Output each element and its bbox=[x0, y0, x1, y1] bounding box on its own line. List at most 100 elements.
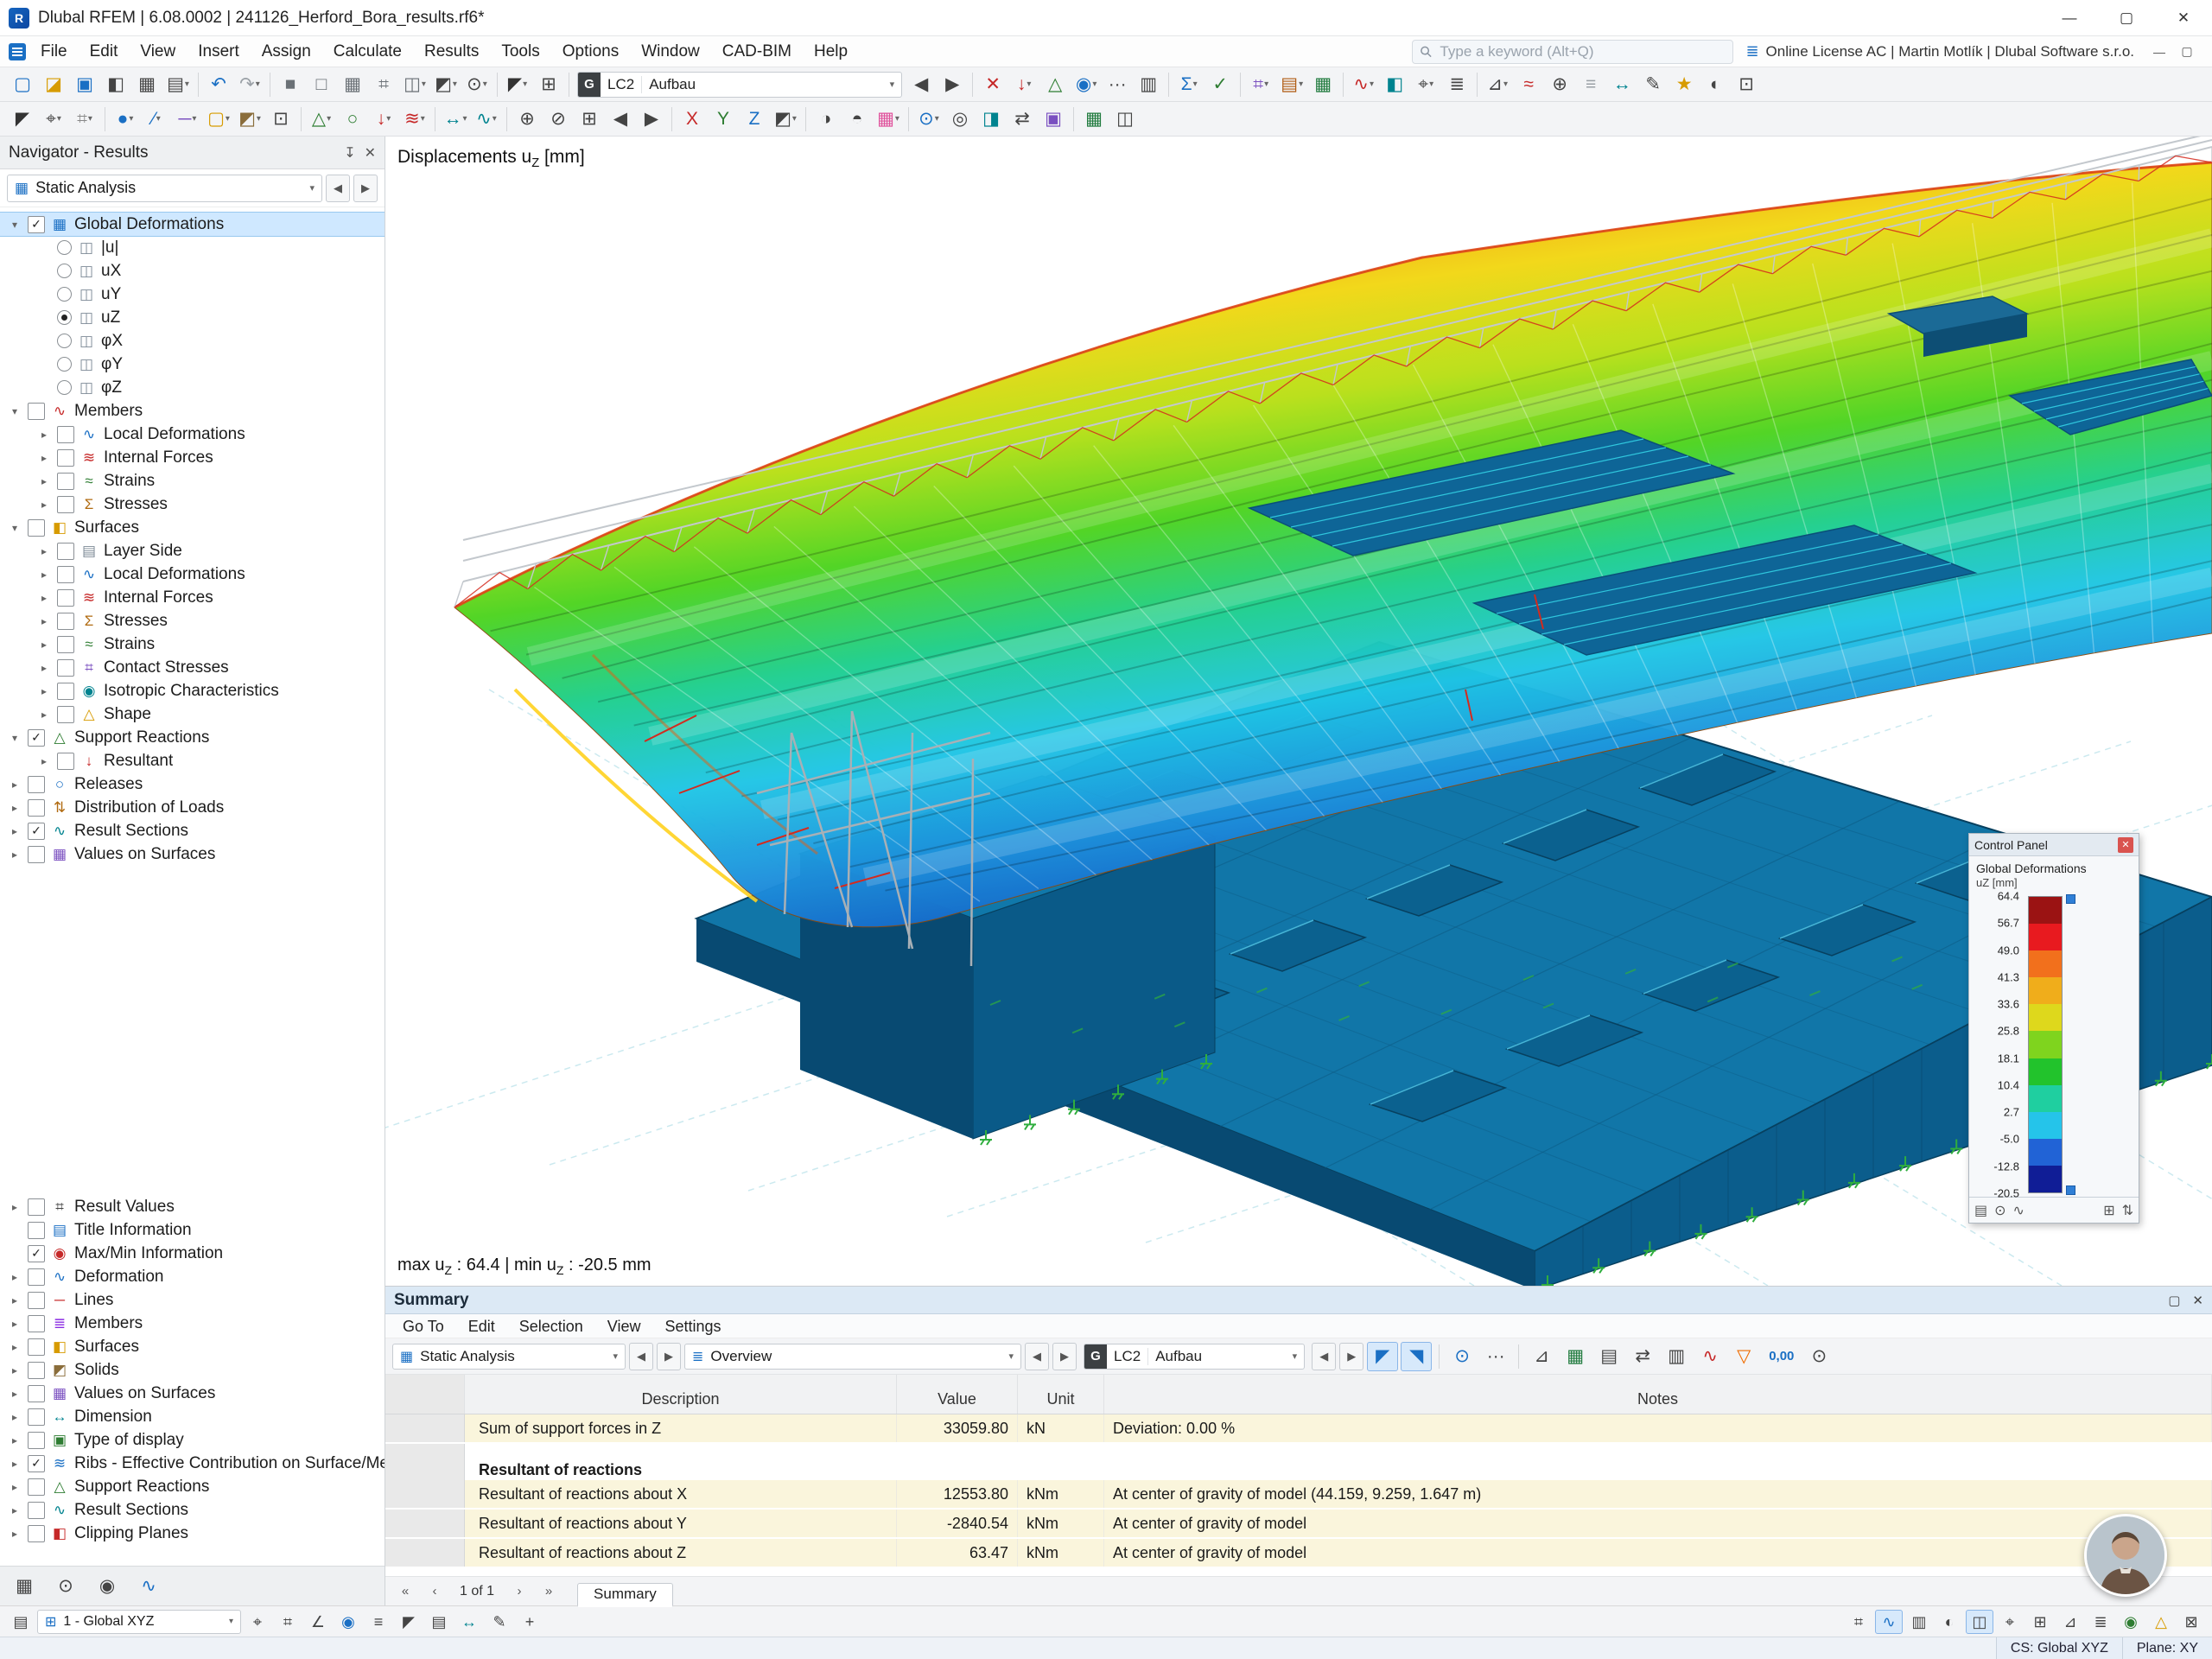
result-sections-button[interactable]: ∿ ▾ bbox=[471, 105, 502, 134]
expand-arrow-icon[interactable]: ▸ bbox=[36, 662, 52, 674]
panel-tab-colors-icon[interactable]: ▤ bbox=[1974, 1202, 1987, 1219]
scale-flip-icon[interactable]: ⇅ bbox=[2122, 1202, 2133, 1219]
results-tree-item[interactable]: ◫ |u| bbox=[0, 236, 385, 259]
results-tree-item[interactable]: ▸ ✓ ∿ Result Sections bbox=[0, 819, 385, 842]
view-x-button[interactable]: X bbox=[677, 105, 708, 134]
results-tree-item[interactable]: ▾ ∿ Members bbox=[0, 399, 385, 423]
next-analysis-button[interactable]: ▶ bbox=[353, 174, 378, 202]
expand-arrow-icon[interactable]: ▸ bbox=[7, 1528, 22, 1540]
summary-close-icon[interactable]: ✕ bbox=[2192, 1293, 2203, 1308]
display-tree-item[interactable]: ▸ △ Support Reactions bbox=[0, 1475, 385, 1498]
expand-arrow-icon[interactable]: ▸ bbox=[7, 1318, 22, 1330]
checkbox[interactable] bbox=[28, 845, 45, 863]
cell-description[interactable]: Resultant of reactions about X bbox=[465, 1480, 897, 1508]
results-tree-item[interactable]: ▸ ◉ Isotropic Characteristics bbox=[0, 679, 385, 702]
zoom-all-button[interactable]: ⊞ bbox=[574, 105, 605, 134]
summary-prev-view[interactable]: ◀ bbox=[1025, 1342, 1049, 1370]
table-row[interactable]: Resultant of reactions about X 12553.80 kN… bbox=[385, 1480, 2212, 1510]
checkbox[interactable] bbox=[28, 1314, 45, 1332]
status-results-button[interactable]: ∿ bbox=[1875, 1609, 1903, 1634]
license-info[interactable]: ≣ Online License AC | Martin Motlík | Dl… bbox=[1733, 42, 2146, 60]
scale-color-cell[interactable] bbox=[2029, 1031, 2062, 1058]
measure-tool-button[interactable]: ↔ bbox=[455, 1610, 483, 1634]
zoom-in-button[interactable]: ⊕ bbox=[512, 105, 543, 134]
results-tree-item[interactable]: ▸ Σ Stresses bbox=[0, 609, 385, 632]
status-mesh-button[interactable]: ⌗ bbox=[1845, 1610, 1872, 1634]
check-data-button[interactable]: ✓ bbox=[1205, 70, 1236, 99]
display-tree-item[interactable]: ▸ ▦ Values on Surfaces bbox=[0, 1382, 385, 1405]
new-opening-button[interactable]: ⊡ bbox=[265, 105, 296, 134]
guidelines-toggle-button[interactable]: ≡ bbox=[365, 1610, 392, 1634]
cell-unit[interactable]: kNm bbox=[1018, 1480, 1104, 1508]
view-y-button[interactable]: Y bbox=[708, 105, 739, 134]
results-tree-item[interactable]: ▸ ▤ Layer Side bbox=[0, 539, 385, 563]
display-tree-item[interactable]: ✓ ◉ Max/Min Information bbox=[0, 1242, 385, 1265]
work-plane-button[interactable]: ⌗ ▾ bbox=[69, 105, 100, 134]
display-tree-item[interactable]: ▸ ∿ Deformation bbox=[0, 1265, 385, 1288]
show-result-values-button[interactable]: ◉ ▾ bbox=[1071, 70, 1102, 99]
prev-page-button[interactable]: ‹ bbox=[422, 1580, 448, 1603]
checkbox[interactable] bbox=[57, 612, 74, 630]
expand-arrow-icon[interactable]: ▸ bbox=[7, 1341, 22, 1353]
view-solid-button[interactable]: ■ bbox=[275, 70, 306, 99]
sum-transpose-button[interactable]: ⇄ bbox=[1627, 1342, 1658, 1371]
checkbox[interactable] bbox=[28, 1338, 45, 1356]
radio-button[interactable] bbox=[57, 310, 72, 325]
control-panel[interactable]: Control Panel ✕ Global Deformations uZ [… bbox=[1968, 833, 2139, 1224]
prev-load-case-button[interactable]: ◀ bbox=[906, 70, 937, 99]
status-ok-button[interactable]: ◉ bbox=[2117, 1610, 2145, 1634]
box-zoom-button[interactable]: ⊞ bbox=[533, 70, 564, 99]
scale-color-cell[interactable] bbox=[2029, 950, 2062, 978]
new-load-button[interactable]: ↓ ▾ bbox=[368, 105, 399, 134]
summary-next-view[interactable]: ▶ bbox=[1052, 1342, 1077, 1370]
view-solid-mesh-button[interactable]: ▦ bbox=[337, 70, 368, 99]
new-node-button[interactable]: ● ▾ bbox=[110, 105, 141, 134]
results-tree-item[interactable]: ▸ Σ Stresses bbox=[0, 493, 385, 516]
scale-handle-bottom[interactable] bbox=[2066, 1185, 2075, 1195]
expand-arrow-icon[interactable]: ▸ bbox=[7, 825, 22, 837]
color-scale[interactable]: 64.4 56.7 49.0 41.3 33.6 25.8 18.1 10.4 2.7 -5.0 -… bbox=[1976, 890, 2132, 1200]
checkbox[interactable] bbox=[57, 542, 74, 560]
save-model-button[interactable]: ▣ bbox=[69, 70, 100, 99]
load-cases-button[interactable]: ≋ ▾ bbox=[399, 105, 430, 134]
child-minimize-icon[interactable]: — bbox=[2146, 41, 2172, 63]
previous-view-button[interactable]: ◀ bbox=[605, 105, 636, 134]
menu-cadbim[interactable]: CAD-BIM bbox=[711, 36, 803, 67]
cell-value[interactable]: 33059.80 bbox=[897, 1414, 1018, 1442]
undo-button[interactable]: ↶ bbox=[203, 70, 234, 99]
expand-arrow-icon[interactable]: ▸ bbox=[7, 1411, 22, 1423]
expand-arrow-icon[interactable]: ▸ bbox=[36, 475, 52, 487]
panel-toggle-button[interactable]: ▥ bbox=[1133, 70, 1164, 99]
results-tree-item[interactable]: ▸ ↓ Resultant bbox=[0, 749, 385, 772]
scale-color-cell[interactable] bbox=[2029, 924, 2062, 951]
tab-views-button[interactable]: ◉ bbox=[88, 1571, 126, 1602]
sum-pointer-select-button[interactable]: ◤ bbox=[1367, 1341, 1399, 1371]
sum-fixed-columns-button[interactable]: ▥ bbox=[1661, 1342, 1692, 1371]
cell-unit[interactable]: kNm bbox=[1018, 1510, 1104, 1537]
summary-prev-analysis[interactable]: ◀ bbox=[629, 1342, 653, 1370]
summary-float-icon[interactable]: ▢ bbox=[2168, 1293, 2180, 1308]
sum-search-button[interactable]: ⊙ bbox=[1803, 1342, 1834, 1371]
radio-button[interactable] bbox=[57, 380, 72, 395]
checkbox[interactable] bbox=[28, 1524, 45, 1542]
section-views-button[interactable]: ∿ ▾ bbox=[1348, 70, 1379, 99]
tab-display-button[interactable]: ⊙ bbox=[47, 1571, 85, 1602]
scale-handle-top[interactable] bbox=[2066, 894, 2075, 904]
select-mode-button[interactable]: ◤ ▾ bbox=[502, 70, 533, 99]
expand-arrow-icon[interactable]: ▸ bbox=[7, 1364, 22, 1376]
radio-button[interactable] bbox=[57, 357, 72, 372]
menu-help[interactable]: Help bbox=[803, 36, 859, 67]
results-tree-item[interactable]: ◫ uZ bbox=[0, 306, 385, 329]
sum-export-excel-button[interactable]: ▦ bbox=[1560, 1342, 1591, 1371]
expand-arrow-icon[interactable]: ▸ bbox=[7, 1271, 22, 1283]
checkbox[interactable] bbox=[57, 472, 74, 490]
display-tree-item[interactable]: ▸ ◧ Surfaces bbox=[0, 1335, 385, 1358]
checkbox[interactable] bbox=[28, 1221, 45, 1239]
summary-header[interactable]: Summary ▢ ✕ bbox=[385, 1287, 2212, 1314]
user-avatar[interactable] bbox=[2084, 1514, 2167, 1597]
table-row[interactable]: Sum of support forces in Z 33059.80 kN Devi… bbox=[385, 1414, 2212, 1444]
keyword-search[interactable] bbox=[1412, 39, 1734, 64]
results-tree-item[interactable]: ▸ ▦ Values on Surfaces bbox=[0, 842, 385, 866]
next-view-button[interactable]: ▶ bbox=[636, 105, 667, 134]
results-tree-item[interactable]: ◫ φY bbox=[0, 353, 385, 376]
